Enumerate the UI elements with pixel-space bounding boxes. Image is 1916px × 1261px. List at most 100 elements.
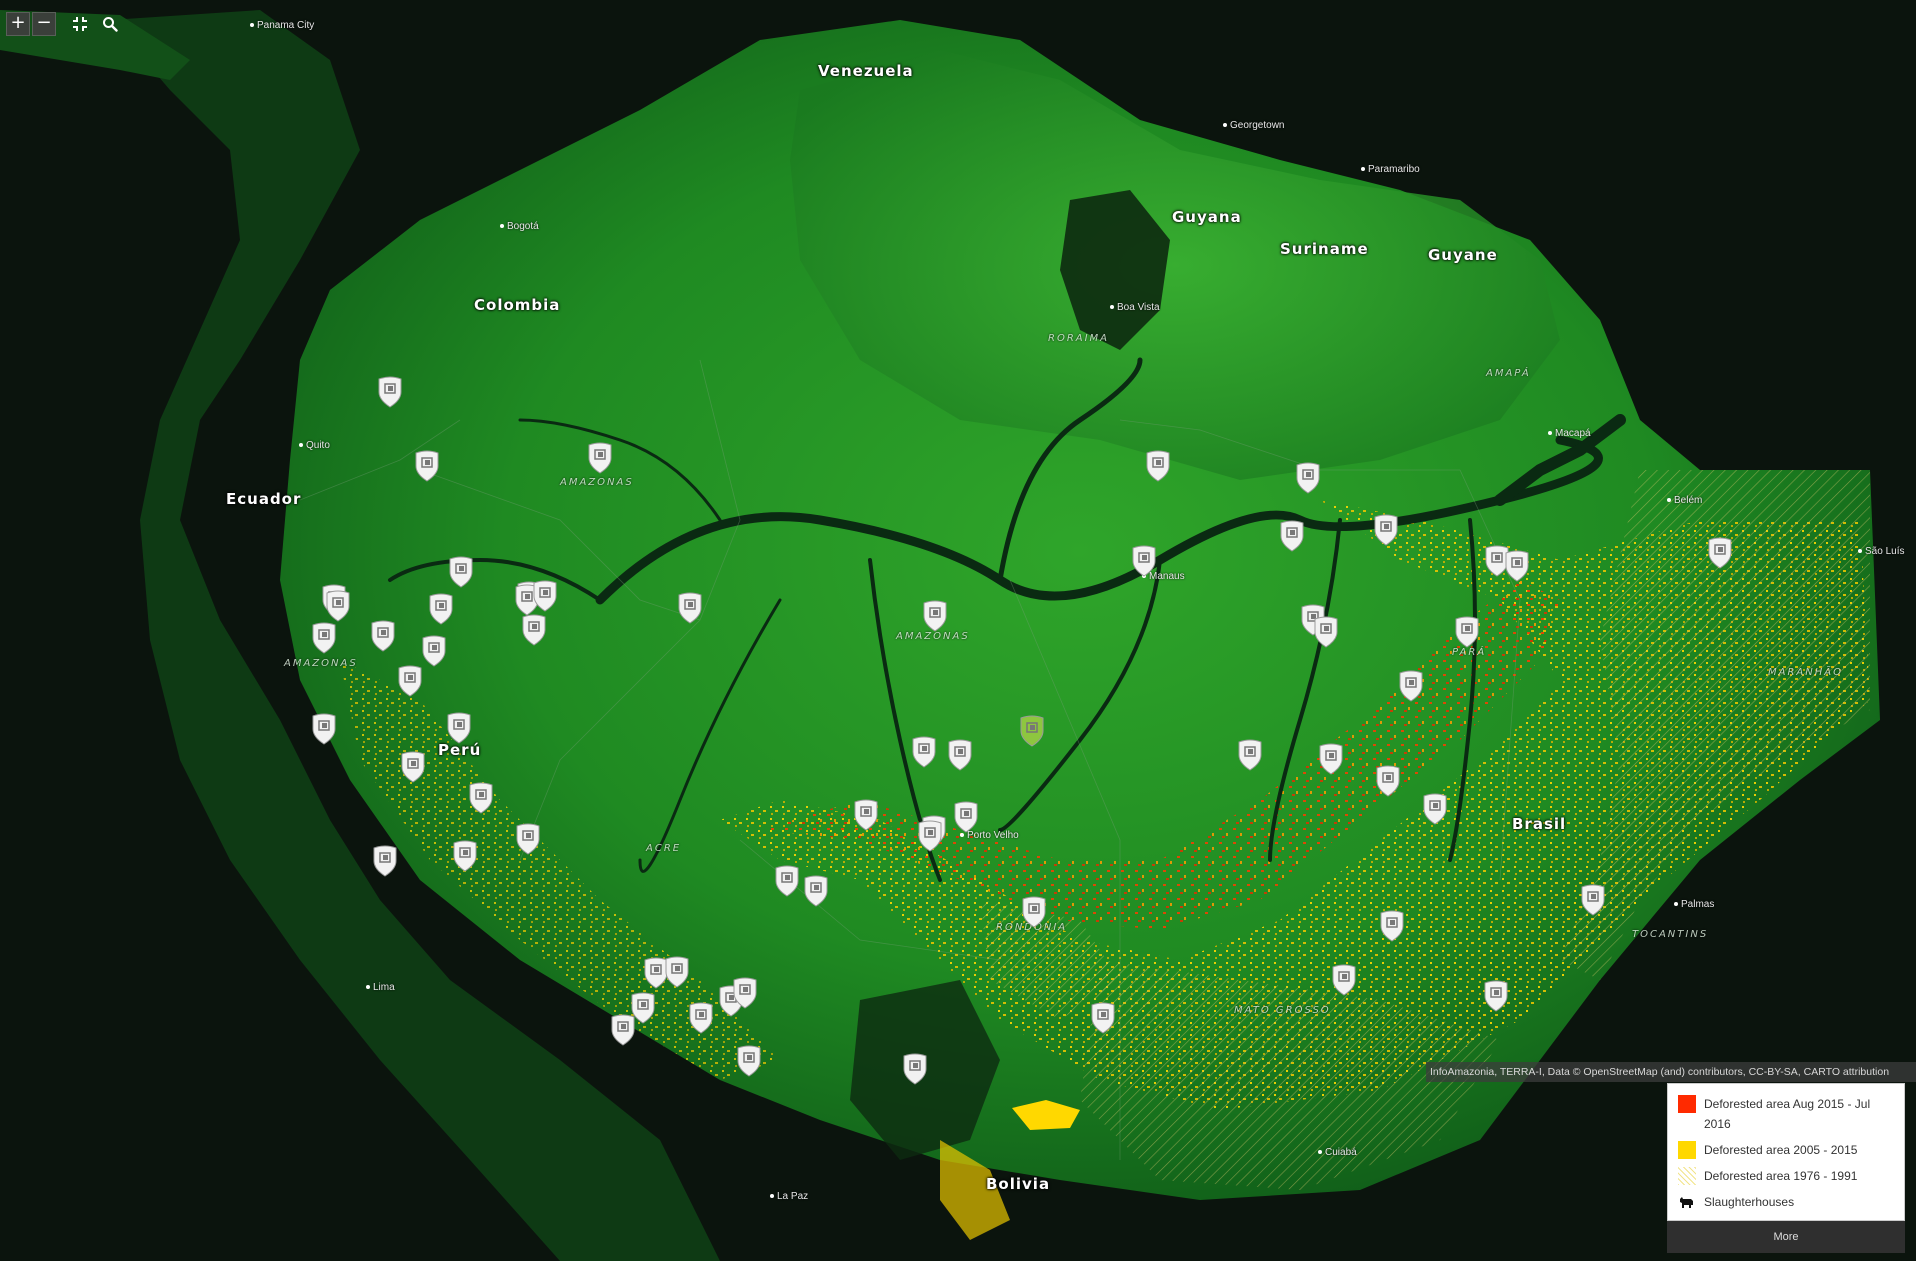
map-pin-icon	[522, 614, 546, 646]
slaughterhouse-marker[interactable]	[1422, 793, 1448, 825]
search-button[interactable]	[98, 12, 122, 36]
slaughterhouse-marker[interactable]	[1145, 450, 1171, 482]
slaughterhouse-marker[interactable]	[1580, 884, 1606, 916]
slaughterhouse-marker[interactable]	[521, 614, 547, 646]
map-pin-icon	[1091, 1002, 1115, 1034]
city-macapa: Macapá	[1548, 428, 1591, 439]
region-label-mato-grosso: MATO GROSSO	[1234, 1005, 1331, 1016]
slaughterhouse-marker[interactable]	[372, 845, 398, 877]
slaughterhouse-marker[interactable]	[677, 592, 703, 624]
map-pin-icon	[1238, 739, 1262, 771]
slaughterhouse-marker[interactable]	[311, 622, 337, 654]
slaughterhouse-marker[interactable]	[1090, 1002, 1116, 1034]
slaughterhouse-marker[interactable]	[774, 865, 800, 897]
slaughterhouse-marker[interactable]	[414, 450, 440, 482]
city-name: Georgetown	[1230, 120, 1285, 131]
slaughterhouse-marker[interactable]	[1021, 896, 1047, 928]
city-dot	[366, 985, 370, 990]
slaughterhouse-marker[interactable]	[515, 823, 541, 855]
map-pin-icon	[378, 376, 402, 408]
legend-label: Slaughterhouses	[1704, 1195, 1795, 1209]
slaughterhouse-marker[interactable]	[587, 442, 613, 474]
city-boa-vista: Boa Vista	[1110, 302, 1160, 313]
map-pin-icon	[371, 620, 395, 652]
slaughterhouse-marker[interactable]	[397, 665, 423, 697]
map-pin-icon	[533, 580, 557, 612]
map-legend: Deforested area Aug 2015 - Jul 2016 Defo…	[1667, 1083, 1905, 1221]
map-pin-icon	[912, 736, 936, 768]
map-pin-icon	[401, 751, 425, 783]
slaughterhouse-marker[interactable]	[732, 977, 758, 1009]
map-pin-icon	[918, 820, 942, 852]
slaughterhouse-marker[interactable]	[311, 713, 337, 745]
region-label-amazonas-br: AMAZONAS	[896, 631, 970, 642]
slaughterhouse-marker[interactable]	[1375, 765, 1401, 797]
slaughterhouse-marker[interactable]	[377, 376, 403, 408]
slaughterhouse-marker[interactable]	[947, 739, 973, 771]
slaughterhouse-marker[interactable]	[468, 782, 494, 814]
map-pin-icon	[1423, 793, 1447, 825]
slaughterhouse-marker[interactable]	[532, 580, 558, 612]
map-pin-icon	[1505, 550, 1529, 582]
country-label-colombia: Colombia	[474, 296, 561, 314]
slaughterhouse-marker[interactable]	[421, 635, 447, 667]
slaughterhouse-marker[interactable]	[1398, 670, 1424, 702]
slaughterhouse-marker[interactable]	[1131, 545, 1157, 577]
city-dot	[960, 833, 964, 838]
slaughterhouse-marker[interactable]	[853, 799, 879, 831]
zoom-out-button[interactable]: −	[32, 12, 56, 36]
slaughterhouse-marker[interactable]	[446, 712, 472, 744]
map-pin-icon	[1132, 545, 1156, 577]
slaughterhouse-marker[interactable]	[1331, 964, 1357, 996]
map-pin-icon	[1376, 765, 1400, 797]
map-pin-icon	[948, 739, 972, 771]
slaughterhouse-marker[interactable]	[1504, 550, 1530, 582]
slaughterhouse-marker[interactable]	[922, 600, 948, 632]
slaughterhouse-marker[interactable]	[452, 840, 478, 872]
slaughterhouse-marker[interactable]	[1279, 520, 1305, 552]
zoom-in-button[interactable]: +	[6, 12, 30, 36]
slaughterhouse-marker[interactable]	[803, 875, 829, 907]
fullscreen-button[interactable]	[68, 12, 92, 36]
slaughterhouse-marker[interactable]	[664, 956, 690, 988]
slaughterhouse-marker[interactable]	[448, 556, 474, 588]
slaughterhouse-marker[interactable]	[1707, 537, 1733, 569]
slaughterhouse-marker[interactable]	[911, 736, 937, 768]
slaughterhouse-marker[interactable]	[902, 1053, 928, 1085]
search-icon	[103, 17, 118, 32]
slaughterhouse-marker[interactable]	[1483, 980, 1509, 1012]
slaughterhouse-marker[interactable]	[1019, 715, 1045, 747]
more-button[interactable]: More	[1667, 1221, 1905, 1253]
slaughterhouse-marker[interactable]	[1318, 743, 1344, 775]
city-belem: Belém	[1667, 495, 1702, 506]
map-pin-icon	[1708, 537, 1732, 569]
city-name: Quito	[306, 440, 330, 451]
map-pin-icon	[611, 1014, 635, 1046]
map-pin-icon	[1374, 514, 1398, 546]
slaughterhouse-marker[interactable]	[917, 820, 943, 852]
slaughterhouse-marker[interactable]	[1454, 616, 1480, 648]
slaughterhouse-marker[interactable]	[400, 751, 426, 783]
city-name: Palmas	[1681, 899, 1715, 910]
slaughterhouse-marker[interactable]	[370, 620, 396, 652]
slaughterhouse-marker[interactable]	[736, 1045, 762, 1077]
slaughterhouse-marker[interactable]	[688, 1002, 714, 1034]
country-label-brasil: Brasil	[1512, 815, 1567, 833]
slaughterhouse-marker[interactable]	[1379, 910, 1405, 942]
legend-label: Deforested area 2005 - 2015	[1704, 1143, 1858, 1157]
slaughterhouse-marker[interactable]	[428, 593, 454, 625]
slaughterhouse-marker[interactable]	[325, 590, 351, 622]
slaughterhouse-marker[interactable]	[610, 1014, 636, 1046]
slaughterhouse-marker[interactable]	[1373, 514, 1399, 546]
slaughterhouse-marker[interactable]	[1237, 739, 1263, 771]
region-label-maranhao: MARANHÃO	[1768, 667, 1843, 678]
map-pin-icon	[1314, 616, 1338, 648]
city-name: Paramaribo	[1368, 164, 1420, 175]
map-pin-icon	[415, 450, 439, 482]
map-pin-icon	[312, 622, 336, 654]
slaughterhouse-marker[interactable]	[953, 801, 979, 833]
slaughterhouse-marker[interactable]	[1295, 462, 1321, 494]
map-pin-icon	[453, 840, 477, 872]
slaughterhouse-marker[interactable]	[1313, 616, 1339, 648]
map-canvas[interactable]: Venezuela Guyana Suriname Guyane Colombi…	[0, 0, 1916, 1261]
